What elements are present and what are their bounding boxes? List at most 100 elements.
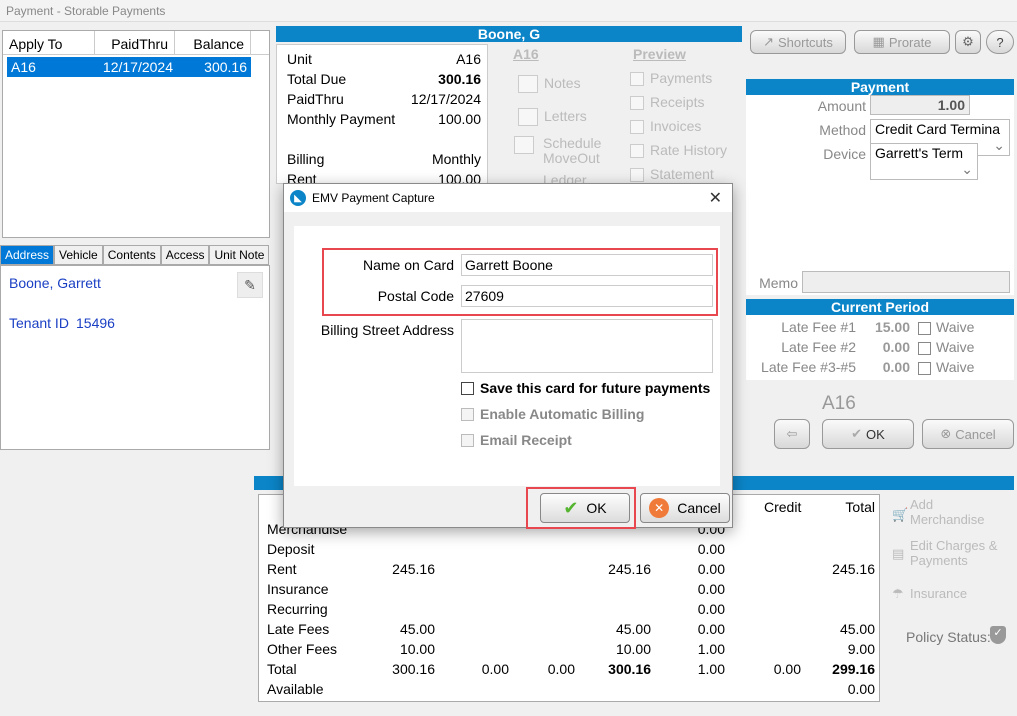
- waive-checkbox[interactable]: [918, 322, 931, 335]
- unit-info-row: Monthly Payment 100.00: [277, 109, 487, 129]
- late-fee-label: Late Fee #2: [781, 339, 856, 355]
- auto-billing-checkbox[interactable]: Enable Automatic Billing: [461, 406, 644, 422]
- settings-button[interactable]: ⚙: [955, 30, 981, 54]
- row-label: Available: [267, 681, 324, 697]
- cell-value: 0.00: [697, 621, 725, 637]
- preview-payments[interactable]: Payments: [630, 70, 712, 87]
- waive-label: Waive: [936, 339, 975, 355]
- table-row: Total 300.16 0.00 0.00 300.16 1.00 0.00 299.16: [259, 661, 881, 681]
- main-ok-button[interactable]: ✔ OK: [822, 419, 914, 449]
- unit-info-label: Billing: [287, 151, 325, 167]
- checkbox-box: [461, 433, 474, 447]
- schedule-moveout-action[interactable]: [514, 136, 540, 155]
- edit-charges-label: Edit Charges &: [910, 538, 998, 553]
- late-fee-row: Late Fee #1 15.00 Waive: [746, 319, 1014, 339]
- row-label: Late Fees: [267, 621, 330, 637]
- unit-info-value: A16: [456, 51, 481, 67]
- apply-to-grid: Apply To PaidThru Balance A16 12/17/2024…: [2, 30, 270, 238]
- notes-action[interactable]: Notes: [518, 75, 581, 94]
- unit-link[interactable]: A16: [513, 46, 539, 62]
- umbrella-icon: ☂: [892, 586, 904, 601]
- tenant-header: Boone, G: [276, 26, 742, 42]
- email-receipt-checkbox[interactable]: Email Receipt: [461, 432, 572, 448]
- save-card-label: Save this card for future payments: [480, 380, 711, 396]
- cell-value: 299.16: [832, 661, 875, 677]
- letters-action[interactable]: Letters: [518, 108, 587, 127]
- preview-statement[interactable]: Statement: [630, 166, 714, 183]
- preview-receipts[interactable]: Receipts: [630, 94, 705, 111]
- insurance-label: Insurance: [910, 586, 968, 601]
- device-value: Garrett's Term: [875, 145, 963, 161]
- cell-value: 0.00: [847, 681, 875, 697]
- tenant-name: Boone, Garrett: [9, 275, 101, 291]
- actions-column: A16 Notes Letters Schedule MoveOut Ledge…: [512, 44, 742, 188]
- late-fee-row: Late Fee #2 0.00 Waive: [746, 339, 1014, 359]
- memo-label: Memo: [759, 275, 798, 291]
- prorate-button[interactable]: ▦ Prorate: [854, 30, 950, 54]
- merchandise-label: Merchandise: [910, 512, 985, 527]
- cell-value: 45.00: [839, 621, 875, 637]
- amount-input[interactable]: 1.00: [870, 95, 970, 115]
- magnifier-icon: [630, 120, 644, 135]
- tab-access[interactable]: Access: [160, 245, 210, 265]
- back-button[interactable]: ⇦: [774, 419, 810, 449]
- calculator-icon: ▦: [872, 34, 885, 49]
- cell-value: 10.00: [399, 641, 435, 657]
- col-balance[interactable]: Balance: [175, 31, 251, 54]
- tab-address[interactable]: Address: [0, 245, 55, 265]
- apply-unit: A16: [11, 59, 36, 75]
- waive-checkbox[interactable]: [918, 362, 931, 375]
- current-period-header: Current Period: [746, 299, 1014, 315]
- billing-street-input[interactable]: [461, 319, 713, 373]
- late-fee-value: 0.00: [882, 359, 910, 375]
- save-card-checkbox[interactable]: Save this card for future payments: [461, 380, 710, 396]
- auto-billing-label: Enable Automatic Billing: [480, 406, 645, 422]
- row-label: Recurring: [267, 601, 328, 617]
- tenant-id-label: Tenant ID: [9, 315, 69, 331]
- tab-contents[interactable]: Contents: [102, 245, 161, 265]
- unit-info-label: Total Due: [287, 71, 347, 87]
- highlight-ok-button: [526, 487, 636, 529]
- tab-vehicle[interactable]: Vehicle: [54, 245, 103, 265]
- add-label: Add: [910, 497, 934, 512]
- magnifier-icon: [630, 72, 644, 87]
- table-row: Other Fees 10.00 10.00 1.00 9.00: [259, 641, 881, 661]
- table-row: Rent 245.16 245.16 0.00 245.16: [259, 561, 881, 581]
- calendar-icon: [514, 136, 534, 155]
- help-button[interactable]: ?: [986, 30, 1014, 54]
- edit-address-icon[interactable]: ✎: [237, 272, 263, 298]
- billing-street-label: Billing Street Address: [320, 322, 454, 338]
- policy-status-label: Policy Status:: [906, 629, 991, 645]
- dialog-cancel-button[interactable]: ✕ Cancel: [640, 493, 730, 523]
- unit-info-row: Unit A16: [277, 49, 487, 69]
- row-label: Rent: [267, 561, 297, 577]
- unit-info-row: [277, 129, 487, 149]
- col-apply-to[interactable]: Apply To: [3, 31, 95, 54]
- cell-value: 0.00: [697, 581, 725, 597]
- close-icon[interactable]: ✕: [709, 188, 722, 208]
- col-total: Total: [845, 499, 875, 515]
- preview-invoices[interactable]: Invoices: [630, 118, 701, 135]
- late-fee-value: 15.00: [874, 319, 910, 335]
- unit-info-label: Monthly Payment: [287, 111, 396, 127]
- tab-unit-note[interactable]: Unit Note: [209, 245, 270, 265]
- table-row: Insurance 0.00: [259, 581, 881, 601]
- waive-checkbox[interactable]: [918, 342, 931, 355]
- memo-input[interactable]: [802, 271, 1010, 293]
- shortcuts-button[interactable]: ↗ Shortcuts: [750, 30, 846, 54]
- main-cancel-button[interactable]: ⊗ Cancel: [922, 419, 1014, 449]
- cell-value: 0.00: [697, 601, 725, 617]
- prorate-label: Prorate: [888, 34, 932, 50]
- waive-label: Waive: [936, 319, 975, 335]
- device-label: Device: [823, 146, 866, 162]
- unit-big-label: A16: [822, 393, 856, 414]
- preview-rate-history[interactable]: Rate History: [630, 142, 727, 159]
- payments-label: Payments: [910, 553, 968, 568]
- preview-receipts-label: Receipts: [650, 94, 705, 110]
- col-paidthru[interactable]: PaidThru: [95, 31, 175, 54]
- device-select[interactable]: Garrett's Term ⌄: [870, 143, 978, 180]
- cell-value: 0.00: [773, 661, 801, 677]
- apply-row-selected[interactable]: A16 12/17/2024 300.16: [7, 57, 251, 77]
- dialog-title: EMV Payment Capture: [312, 191, 435, 205]
- col-credit: Credit: [764, 499, 802, 515]
